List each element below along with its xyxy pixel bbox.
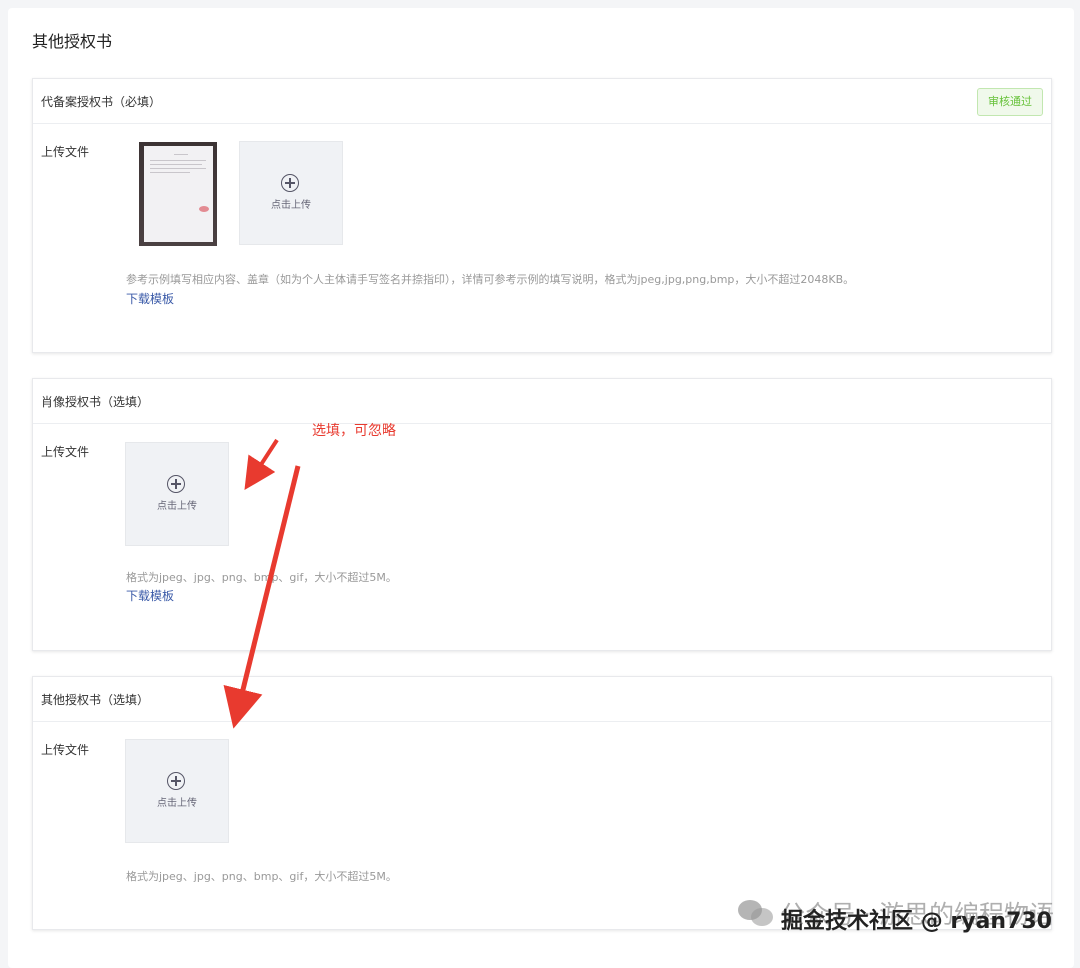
section-other-authorization: 其他授权书（选填） 上传文件 点击上传 格式为jpeg、jpg、png、bmp、… [32, 676, 1052, 930]
upload-button[interactable]: 点击上传 [239, 141, 343, 245]
upload-hint: 格式为jpeg、jpg、png、bmp、gif，大小不超过5M。 [126, 571, 397, 584]
wechat-icon [738, 898, 774, 928]
section-proxy-authorization: 代备案授权书（必填） 审核通过 上传文件 点击上传 参考示例填写相应内容、盖章（… [32, 78, 1052, 353]
download-template-link[interactable]: 下载模板 [126, 290, 174, 307]
section-title: 其他授权书（选填） [41, 693, 150, 707]
page-title: 其他授权书 [32, 32, 113, 51]
upload-hint: 参考示例填写相应内容、盖章（如为个人主体请手写签名并捺指印），详情可参考示例的填… [126, 273, 855, 286]
section-portrait-authorization: 肖像授权书（选填） 上传文件 点击上传 格式为jpeg、jpg、png、bmp、… [32, 378, 1052, 651]
plus-circle-icon [167, 475, 185, 493]
seal-mark [199, 206, 209, 212]
upload-label: 上传文件 [41, 145, 90, 159]
download-template-link[interactable]: 下载模板 [126, 587, 174, 604]
upload-button[interactable]: 点击上传 [125, 739, 229, 843]
document-page [144, 146, 213, 242]
status-badge: 审核通过 [977, 88, 1043, 116]
section-header: 其他授权书（选填） [33, 677, 1051, 722]
upload-button[interactable]: 点击上传 [125, 442, 229, 546]
upload-button-label: 点击上传 [271, 200, 311, 211]
section-header: 肖像授权书（选填） [33, 379, 1051, 424]
annotation-text: 选填，可忽略 [312, 423, 396, 439]
section-header: 代备案授权书（必填） 审核通过 [33, 79, 1051, 124]
uploaded-document-thumbnail[interactable] [139, 142, 217, 246]
plus-circle-icon [167, 772, 185, 790]
watermark-secondary: 掘金技术社区 @ ryan730 [781, 909, 1052, 934]
upload-label: 上传文件 [41, 445, 90, 459]
plus-circle-icon [281, 174, 299, 192]
upload-button-label: 点击上传 [157, 501, 197, 512]
upload-label: 上传文件 [41, 743, 90, 757]
section-title: 代备案授权书（必填） [41, 95, 162, 109]
upload-button-label: 点击上传 [157, 798, 197, 809]
section-title: 肖像授权书（选填） [41, 395, 150, 409]
upload-hint: 格式为jpeg、jpg、png、bmp、gif，大小不超过5M。 [126, 870, 397, 883]
